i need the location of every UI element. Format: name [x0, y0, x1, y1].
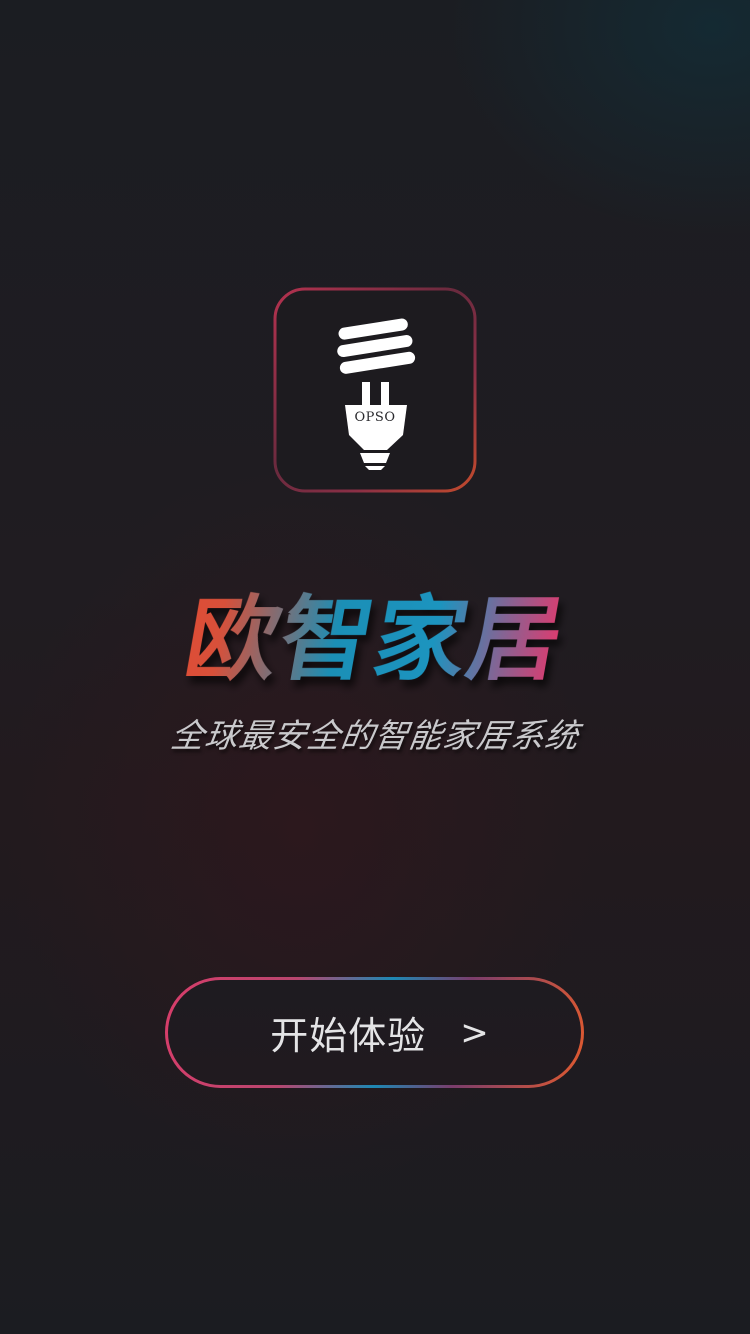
splash-screen: OPSO 欧智家居 全球最安全的智能家居系统 开始体验 >: [0, 0, 750, 1334]
start-experience-button[interactable]: 开始体验 >: [165, 977, 584, 1088]
start-button-label: 开始体验: [270, 1014, 427, 1058]
app-title: 欧智家居: [119, 580, 630, 700]
app-subtitle: 全球最安全的智能家居系统: [168, 716, 582, 755]
start-button-inner[interactable]: 开始体验 >: [168, 980, 581, 1085]
chevron-right-icon: >: [460, 1012, 489, 1053]
app-logo: OPSO: [273, 287, 477, 493]
logo-text: OPSO: [354, 410, 396, 425]
bulb-plug-icon: [273, 287, 477, 493]
